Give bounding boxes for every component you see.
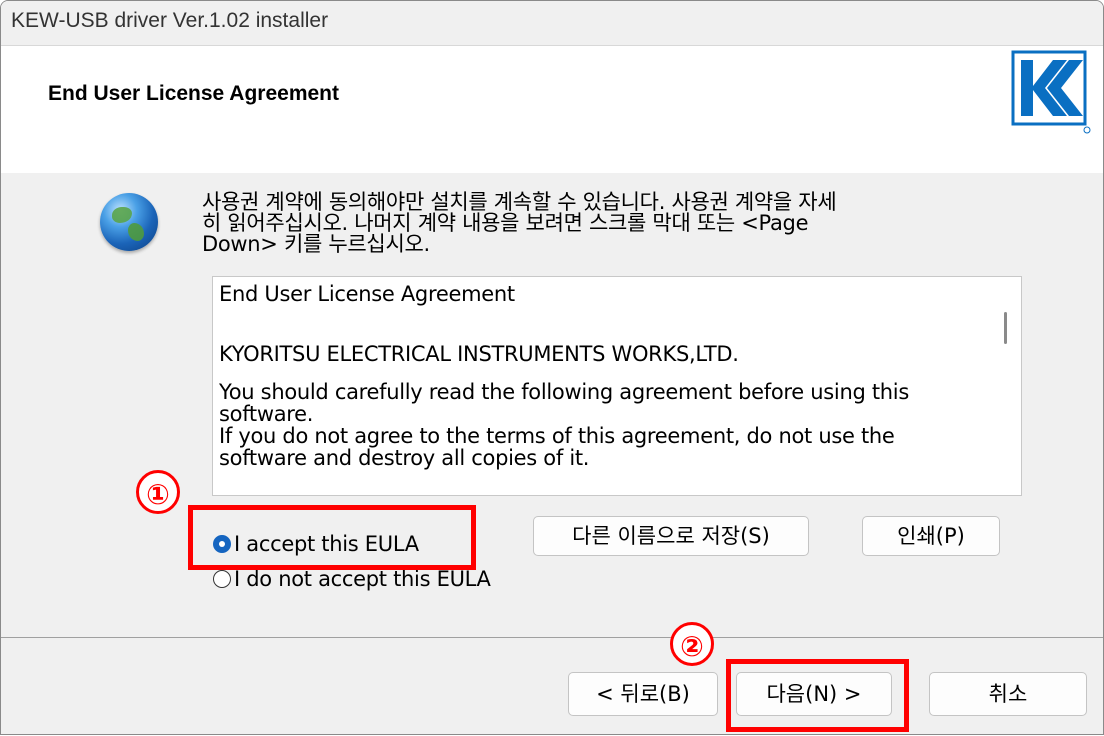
- eula-line: KYORITSU ELECTRICAL INSTRUMENTS WORKS,LT…: [219, 342, 739, 366]
- eula-line: You should carefully read the following …: [219, 380, 909, 404]
- instruction-text: 사용권 계약에 동의해야만 설치를 계속할 수 있습니다. 사용권 계약을 자세…: [202, 192, 992, 255]
- save-as-label: 다른 이름으로 저장(S): [572, 524, 770, 548]
- kyoritsu-logo-icon: [1011, 50, 1091, 134]
- print-button[interactable]: 인쇄(P): [862, 516, 1000, 556]
- eula-content: End User License Agreement KYORITSU ELEC…: [219, 283, 989, 469]
- instruction-line: 사용권 계약에 동의해야만 설치를 계속할 수 있습니다. 사용권 계약을 자세: [202, 190, 837, 214]
- decline-eula-radio[interactable]: I do not accept this EULA: [213, 567, 491, 591]
- globe-icon: [100, 193, 158, 251]
- cancel-label: 취소: [988, 682, 1028, 706]
- scrollbar-thumb[interactable]: [1004, 312, 1007, 344]
- print-label: 인쇄(P): [897, 524, 965, 548]
- save-as-button[interactable]: 다른 이름으로 저장(S): [533, 516, 809, 556]
- eula-line: If you do not agree to the terms of this…: [219, 424, 895, 448]
- page-title: End User License Agreement: [48, 82, 339, 105]
- title-bar: KEW-USB driver Ver.1.02 installer: [1, 1, 1103, 45]
- back-button[interactable]: < 뒤로(B): [568, 672, 718, 716]
- back-label: < 뒤로(B): [596, 682, 690, 706]
- step-marker-2: ②: [670, 622, 714, 666]
- eula-scrollbar[interactable]: [991, 277, 1021, 495]
- footer-divider: [1, 637, 1103, 638]
- eula-textbox[interactable]: End User License Agreement KYORITSU ELEC…: [212, 276, 1022, 496]
- instruction-line: 히 읽어주십시오. 나머지 계약 내용을 보려면 스크롤 막대 또는 <Page: [202, 211, 809, 235]
- radio-unselected-icon[interactable]: [213, 570, 231, 588]
- next-highlight-box: [726, 659, 909, 732]
- header-panel: End User License Agreement: [1, 45, 1103, 174]
- accept-highlight-box: [188, 505, 476, 570]
- decline-eula-label: I do not accept this EULA: [234, 567, 491, 591]
- eula-line: software.: [219, 402, 314, 426]
- window-title: KEW-USB driver Ver.1.02 installer: [11, 9, 329, 32]
- instruction-line: Down> 키를 누르십시오.: [202, 232, 430, 256]
- eula-line: software and destroy all copies of it.: [219, 446, 590, 470]
- eula-line: End User License Agreement: [219, 282, 515, 306]
- step-marker-1: ①: [136, 470, 180, 514]
- cancel-button[interactable]: 취소: [929, 672, 1087, 716]
